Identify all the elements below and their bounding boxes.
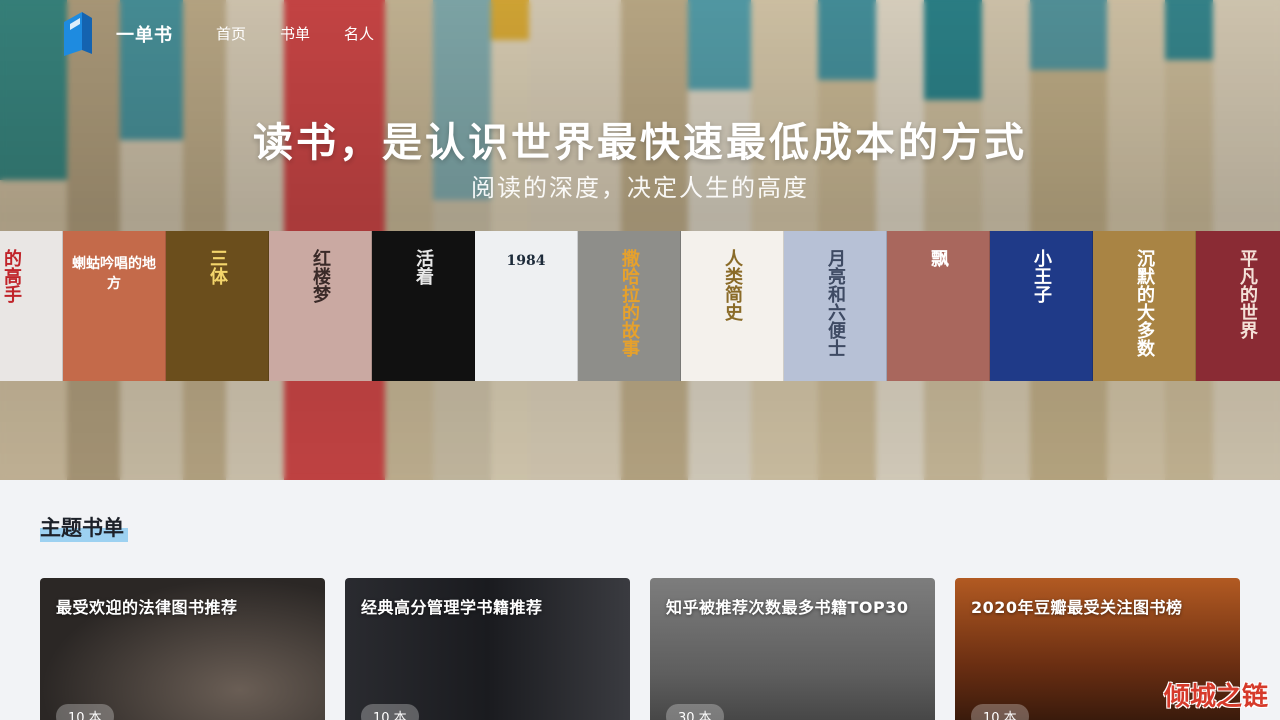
book-cover-strip: 的高手 蝲蛄吟唱的地方 三体 红楼梦 活着 1984 撒哈拉的故事 人类简史 月亮和六便士 飘 小王… (0, 231, 1280, 381)
booklist-card[interactable]: 最受欢迎的法律图书推荐 10 本 (40, 578, 325, 720)
booklist-cards: 最受欢迎的法律图书推荐 10 本 经典高分管理学书籍推荐 10 本 知乎被推荐次… (40, 578, 1240, 720)
book-cover[interactable]: 三体 (166, 231, 269, 381)
book-cover-title: 红楼梦 (310, 249, 331, 303)
hero-title: 读书，是认识世界最快速最低成本的方式 (253, 120, 1027, 166)
book-cover-title: 的高手 (1, 249, 22, 303)
book-cover[interactable]: 沉默的大多数 (1093, 231, 1196, 381)
book-cover-title: 沉默的大多数 (1134, 249, 1155, 357)
card-book-count: 10 本 (56, 704, 114, 720)
booklist-card[interactable]: 经典高分管理学书籍推荐 10 本 (345, 578, 630, 720)
nav-link-home[interactable]: 首页 (216, 23, 246, 44)
nav-link-celebrities[interactable]: 名人 (344, 23, 374, 44)
book-cover[interactable]: 活着 (372, 231, 475, 381)
card-title: 2020年豆瓣最受关注图书榜 (971, 598, 1183, 617)
logo-icon[interactable] (64, 10, 92, 56)
book-cover-title: 飘 (928, 249, 949, 267)
nav-link-booklists[interactable]: 书单 (280, 23, 310, 44)
section-title: 主题书单 (40, 516, 124, 540)
card-title: 知乎被推荐次数最多书籍TOP30 (666, 598, 909, 617)
card-book-count: 10 本 (361, 704, 419, 720)
book-cover[interactable]: 撒哈拉的故事 (578, 231, 681, 381)
hero-banner: 一单书 首页 书单 名人 读书，是认识世界最快速最低成本的方式 阅读的深度，决定… (0, 0, 1280, 480)
booklist-card[interactable]: 知乎被推荐次数最多书籍TOP30 30 本 (650, 578, 935, 720)
hero-subtitle: 阅读的深度，决定人生的高度 (471, 174, 809, 202)
book-cover-title: 小王子 (1031, 249, 1052, 303)
book-cover-title: 月亮和六便士 (825, 249, 846, 357)
book-cover[interactable]: 小王子 (990, 231, 1093, 381)
card-title: 最受欢迎的法律图书推荐 (56, 598, 238, 617)
card-book-count: 30 本 (666, 704, 724, 720)
book-cover[interactable]: 的高手 (0, 231, 63, 381)
book-cover[interactable]: 人类简史 (681, 231, 784, 381)
book-cover[interactable]: 蝲蛄吟唱的地方 (63, 231, 166, 381)
book-cover[interactable]: 飘 (887, 231, 990, 381)
book-cover[interactable]: 月亮和六便士 (784, 231, 887, 381)
book-cover[interactable]: 1984 (475, 231, 578, 381)
book-cover-title: 1984 (506, 253, 546, 269)
book-cover-title: 人类简史 (722, 249, 743, 321)
book-cover-title: 活着 (413, 249, 434, 285)
book-cover-title: 蝲蛄吟唱的地方 (72, 256, 156, 292)
brand-name[interactable]: 一单书 (116, 21, 173, 47)
book-cover[interactable]: 平凡的世界 (1196, 231, 1280, 381)
watermark-text: 倾城之链 (1163, 682, 1268, 712)
book-cover-title: 三体 (207, 249, 228, 285)
book-cover-title: 撒哈拉的故事 (619, 249, 640, 357)
book-cover[interactable]: 红楼梦 (269, 231, 372, 381)
card-title: 经典高分管理学书籍推荐 (361, 598, 543, 617)
card-book-count: 10 本 (971, 704, 1029, 720)
book-cover-title: 平凡的世界 (1237, 249, 1258, 339)
top-navigation: 一单书 首页 书单 名人 (0, 0, 1280, 64)
